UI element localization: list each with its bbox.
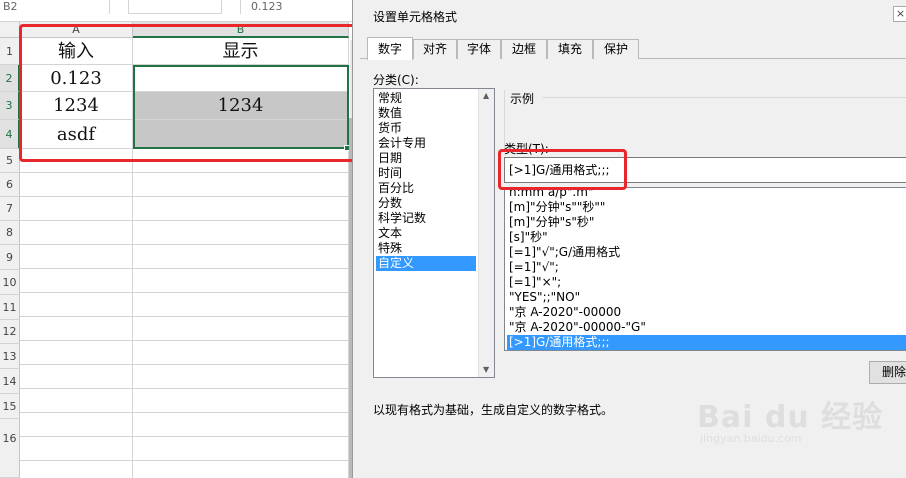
category-list[interactable]: 常规 数值 货币 会计专用 日期 时间 百分比 分数 科学记数 文本 特殊 自定… — [373, 88, 495, 378]
format-item-selected[interactable]: [>1]G/通用格式;;; — [507, 335, 906, 350]
row-header-16[interactable]: 16 — [0, 419, 20, 478]
format-item[interactable]: [m]"分钟"s""秒"" — [507, 200, 906, 215]
dialog-title: 设置单元格格式 — [373, 10, 458, 24]
category-label: 分类(C): — [373, 73, 419, 87]
column-header-b[interactable]: B — [133, 22, 349, 38]
category-item[interactable]: 常规 — [376, 91, 476, 106]
tab-number[interactable]: 数字 — [367, 37, 413, 60]
row-header-1[interactable]: 1 — [0, 38, 20, 65]
type-input[interactable]: [>1]G/通用格式;;; — [504, 157, 906, 183]
cell-b2[interactable] — [133, 65, 349, 92]
row-header-8[interactable]: 8 — [0, 221, 20, 245]
sample-group-line — [543, 97, 906, 98]
category-item[interactable]: 日期 — [376, 151, 476, 166]
category-item[interactable]: 货币 — [376, 121, 476, 136]
formula-bar: B2 0.123 — [0, 0, 352, 22]
empty-column-b[interactable] — [133, 149, 349, 478]
tab-protection[interactable]: 保护 — [593, 39, 639, 59]
formula-buttons[interactable] — [128, 0, 222, 14]
cell-a2[interactable]: 0.123 — [20, 65, 133, 92]
tab-border[interactable]: 边框 — [501, 39, 547, 59]
row-header-13[interactable]: 13 — [0, 344, 20, 369]
format-item[interactable]: [m]"分钟"s"秒" — [507, 215, 906, 230]
tab-fill[interactable]: 填充 — [547, 39, 593, 59]
format-code-list[interactable]: h:mm a/p".m" [m]"分钟"s""秒"" [m]"分钟"s"秒" [… — [504, 187, 906, 351]
row-header-7[interactable]: 7 — [0, 197, 20, 221]
format-item[interactable]: "YES";;"NO" — [507, 290, 906, 305]
format-item[interactable]: [=1]"√";G/通用格式 — [507, 245, 906, 260]
delete-button[interactable]: 删除 — [869, 361, 906, 384]
category-item[interactable]: 百分比 — [376, 181, 476, 196]
category-scrollbar[interactable]: ▲ ▼ — [478, 89, 494, 377]
column-header-a[interactable]: A — [20, 22, 133, 38]
tab-font[interactable]: 字体 — [457, 39, 501, 59]
cell-b3[interactable]: 1234 — [133, 92, 349, 120]
row-header-11[interactable]: 11 — [0, 295, 20, 320]
cell-b4[interactable] — [133, 120, 349, 149]
row-header-2[interactable]: 2 — [0, 65, 20, 92]
row-header-4[interactable]: 4 — [0, 120, 20, 149]
screenshot-root: B2 0.123 A B 1 2 3 4 5 6 7 8 9 10 11 12 … — [0, 0, 906, 478]
row-header-12[interactable]: 12 — [0, 320, 20, 344]
category-item[interactable]: 文本 — [376, 226, 476, 241]
format-item[interactable]: [=1]"×"; — [507, 275, 906, 290]
custom-format-hint: 以现有格式为基础，生成自定义的数字格式。 — [373, 403, 614, 417]
format-item[interactable]: [s]"秒" — [507, 230, 906, 245]
cell-a3[interactable]: 1234 — [20, 92, 133, 120]
type-label: 类型(T): — [504, 142, 549, 156]
cell-a1[interactable]: 输入 — [20, 38, 133, 65]
sample-label: 示例 — [510, 92, 535, 106]
format-item[interactable]: [=1]"√"; — [507, 260, 906, 275]
category-item[interactable]: 科学记数 — [376, 211, 476, 226]
close-icon[interactable]: × — [893, 6, 906, 22]
category-item[interactable]: 特殊 — [376, 241, 476, 256]
scroll-down-icon[interactable]: ▼ — [483, 365, 489, 374]
format-cells-dialog: 设置单元格格式 × 数字 对齐 字体 边框 填充 保护 分类(C): 常规 数值… — [352, 0, 906, 478]
row-header-5[interactable]: 5 — [0, 149, 20, 173]
row-header-15[interactable]: 15 — [0, 394, 20, 419]
empty-column-a[interactable] — [20, 149, 133, 478]
select-all-corner[interactable] — [0, 22, 20, 38]
name-box[interactable]: B2 — [0, 0, 110, 14]
row-header-10[interactable]: 10 — [0, 270, 20, 295]
row-header-9[interactable]: 9 — [0, 245, 20, 270]
scroll-up-icon[interactable]: ▲ — [483, 91, 489, 100]
cell-a4[interactable]: asdf — [20, 120, 133, 149]
row-header-14[interactable]: 14 — [0, 369, 20, 394]
worksheet-grid: A B 1 2 3 4 5 6 7 8 9 10 11 12 13 14 15 … — [0, 22, 352, 478]
format-item[interactable]: h:mm a/p".m" — [507, 188, 906, 200]
row-header-3[interactable]: 3 — [0, 92, 20, 120]
cell-b1[interactable]: 显示 — [133, 38, 349, 65]
tab-alignment[interactable]: 对齐 — [413, 39, 457, 59]
category-item[interactable]: 时间 — [376, 166, 476, 181]
format-item[interactable]: "京 A-2020"-00000-"G" — [507, 320, 906, 335]
category-item[interactable]: 分数 — [376, 196, 476, 211]
category-item-custom[interactable]: 自定义 — [376, 256, 476, 271]
category-item[interactable]: 会计专用 — [376, 136, 476, 151]
row-header-6[interactable]: 6 — [0, 173, 20, 197]
formula-input[interactable]: 0.123 — [240, 0, 352, 14]
category-item[interactable]: 数值 — [376, 106, 476, 121]
format-item[interactable]: "京 A-2020"-00000 — [507, 305, 906, 320]
